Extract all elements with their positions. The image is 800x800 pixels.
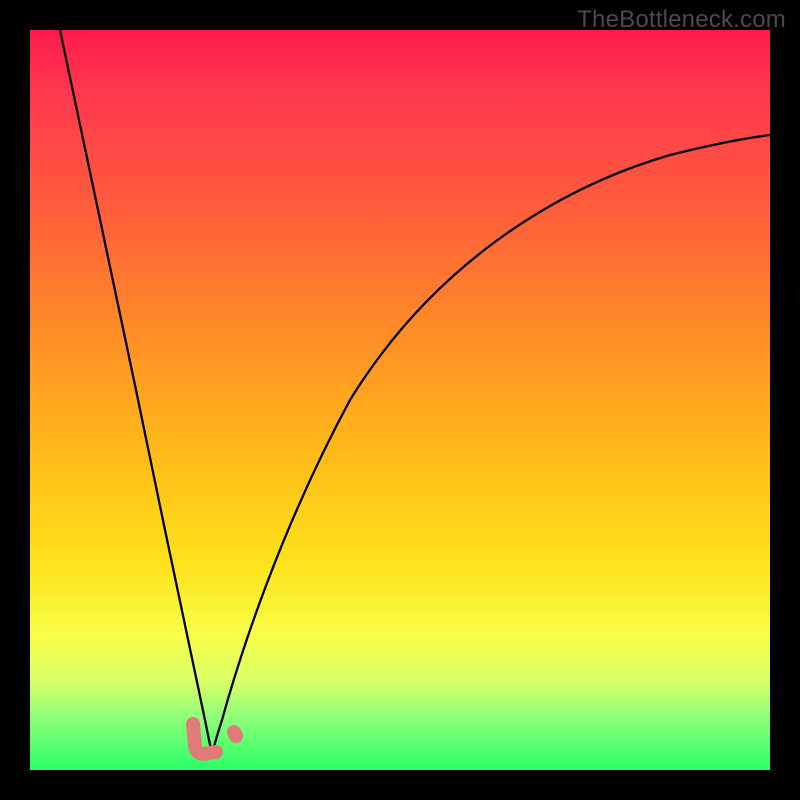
watermark-text: TheBottleneck.com xyxy=(577,6,786,34)
optimum-marker xyxy=(193,724,236,754)
left-branch xyxy=(60,30,212,754)
chart-frame xyxy=(30,30,770,770)
right-branch xyxy=(212,135,770,754)
bottleneck-curve xyxy=(30,30,770,770)
